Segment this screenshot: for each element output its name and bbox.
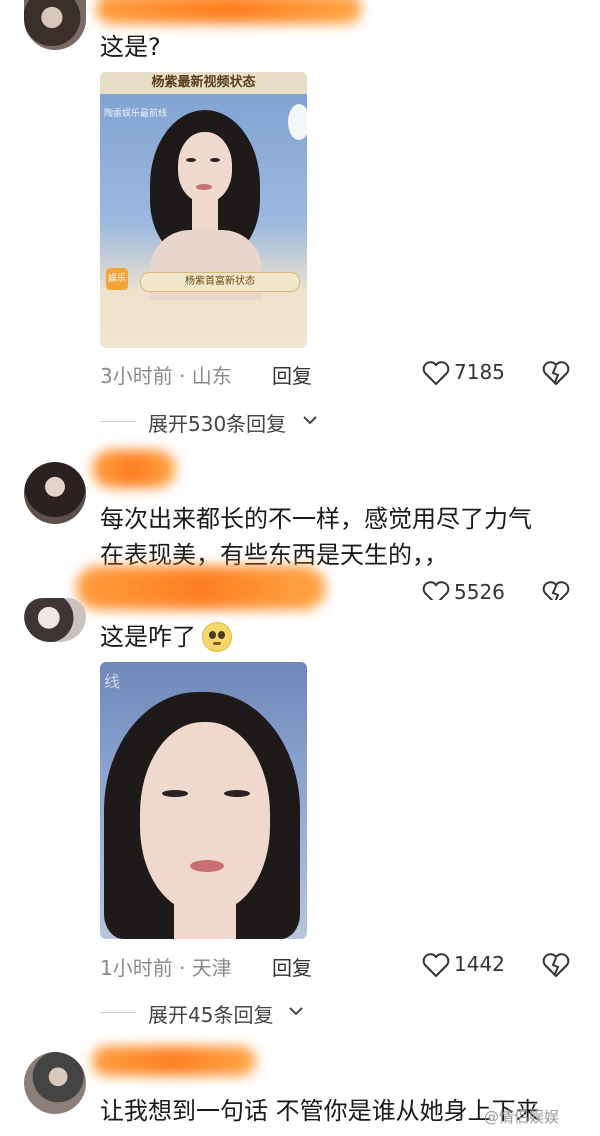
divider [100, 421, 136, 422]
expand-replies-button[interactable]: 展开45条回复 [148, 999, 273, 1028]
redacted-username [96, 0, 362, 24]
thumbnail-watermark: 线 [104, 672, 121, 691]
heart-icon[interactable] [422, 952, 450, 978]
avatar[interactable] [24, 598, 86, 642]
pleading-face-emoji [202, 622, 232, 652]
divider [100, 1012, 136, 1013]
dislike-icon[interactable] [542, 580, 570, 600]
comment-time-location: 1小时前 · 天津 [100, 956, 232, 980]
comment-text-line-1: 每次出来都长的不一样，感觉用尽了力气 [100, 505, 532, 533]
thumbnail-caption: 杨紫首富新状态 [140, 272, 300, 292]
cloud-shape [288, 104, 307, 140]
redacted-username [76, 566, 326, 610]
heart-icon[interactable] [422, 360, 450, 386]
source-watermark: @情侣娱娱 [484, 1108, 560, 1126]
reply-button[interactable]: 回复 [272, 952, 312, 981]
expand-replies-label: 展开530条回复 [148, 412, 287, 436]
heart-icon[interactable] [422, 580, 450, 600]
comment-text: 让我想到一句话 不管你是谁从她身上下来 [100, 1097, 540, 1125]
comment-text: 这是咋了 [100, 623, 196, 651]
expand-replies-label: 展开45条回复 [148, 1003, 274, 1027]
video-thumbnail[interactable]: 杨紫最新视频状态 陶雷娱乐最前线 娱乐 杨紫首富新状态 [100, 72, 307, 348]
like-count: 7185 [454, 360, 505, 384]
redacted-username [92, 1046, 256, 1076]
redacted-username [92, 450, 176, 488]
comment-time-location: 3小时前 · 山东 [100, 364, 232, 388]
dislike-icon[interactable] [542, 360, 570, 386]
chevron-down-icon[interactable] [288, 1005, 304, 1017]
avatar[interactable] [24, 0, 86, 50]
comment-text: 这是? [100, 33, 161, 61]
video-thumbnail[interactable]: 线 [100, 662, 307, 939]
expand-replies-button[interactable]: 展开530条回复 [148, 408, 286, 437]
person-photo [100, 692, 307, 939]
like-count: 5526 [454, 580, 505, 600]
like-count: 1442 [454, 952, 505, 976]
reply-button[interactable]: 回复 [272, 360, 312, 389]
avatar[interactable] [24, 1052, 86, 1114]
thumbnail-banner: 杨紫最新视频状态 [100, 72, 307, 94]
avatar[interactable] [24, 462, 86, 524]
dislike-icon[interactable] [542, 952, 570, 978]
chevron-down-icon[interactable] [302, 414, 318, 426]
brand-logo: 娱乐 [106, 268, 128, 290]
